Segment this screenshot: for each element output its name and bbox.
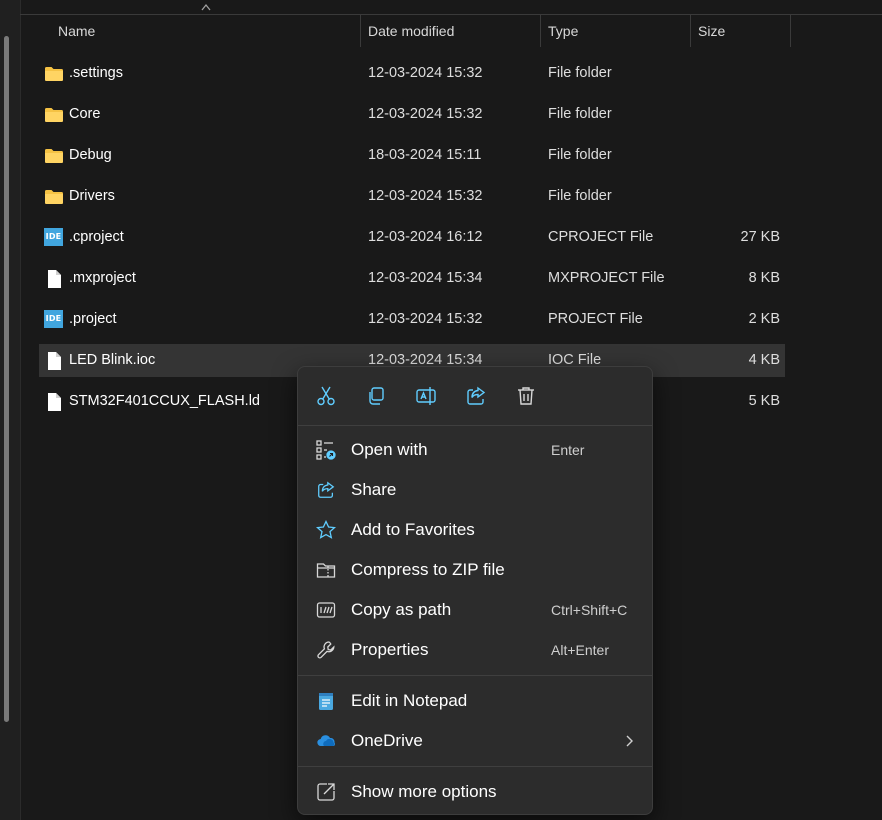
menu-item-label: Open with: [351, 440, 428, 459]
file-date-modified: 12-03-2024 16:12: [368, 229, 483, 245]
file-type: MXPROJECT File: [548, 270, 665, 286]
file-row[interactable]: Core 12-03-2024 15:32 File folder: [39, 98, 785, 131]
chevron-right-icon: [626, 735, 633, 747]
menu-item-edit-in-notepad[interactable]: Edit in Notepad: [304, 682, 646, 720]
delete-icon: [518, 387, 534, 405]
file-size: 2 KB: [748, 311, 780, 327]
file-row[interactable]: IDE .cproject 12-03-2024 16:12 CPROJECT Fil…: [39, 221, 785, 254]
rename-icon: [416, 387, 436, 405]
more-options-icon: [317, 783, 335, 801]
ide-file-icon: IDE: [44, 228, 63, 246]
file-type: File folder: [548, 65, 612, 81]
file-date-modified: 12-03-2024 15:32: [368, 311, 483, 327]
column-header: Name Date modified Type Size: [20, 3, 882, 47]
sort-ascending-icon: [201, 3, 211, 11]
file-row[interactable]: Drivers 12-03-2024 15:32 File folder: [39, 180, 785, 213]
copy-icon: [369, 387, 384, 405]
file-size: 27 KB: [740, 229, 781, 245]
file-name: Debug: [69, 147, 112, 163]
menu-item-compress-to-zip[interactable]: Compress to ZIP file: [304, 551, 646, 589]
menu-item-shortcut: Alt+Enter: [551, 642, 609, 658]
share-toolbar-button[interactable]: [463, 383, 489, 409]
rename-button[interactable]: [413, 383, 439, 409]
file-name: .cproject: [69, 229, 124, 245]
copy-button[interactable]: [363, 383, 389, 409]
file-name: LED Blink.ioc: [69, 352, 156, 368]
folder-icon: [45, 190, 63, 204]
column-header-size[interactable]: Size: [690, 15, 790, 47]
navigation-pane-edge: [0, 0, 21, 820]
column-header-date[interactable]: Date modified: [360, 15, 540, 47]
file-name: STM32F401CCUX_FLASH.ld: [69, 393, 260, 409]
menu-item-open-with[interactable]: Open with Enter: [304, 431, 646, 469]
wrench-icon: [317, 641, 335, 659]
file-type: CPROJECT File: [548, 229, 654, 245]
menu-item-label: Add to Favorites: [351, 520, 475, 539]
column-header-name[interactable]: Name: [50, 15, 360, 47]
file-name: Core: [69, 106, 101, 122]
file-date-modified: 12-03-2024 15:32: [368, 106, 483, 122]
column-resize-handle[interactable]: [790, 15, 791, 47]
menu-item-share[interactable]: Share: [304, 471, 646, 509]
folder-icon: [45, 67, 63, 81]
copy-path-icon: [316, 602, 336, 618]
share-icon: [318, 481, 335, 498]
menu-item-label: Compress to ZIP file: [351, 560, 505, 579]
menu-separator: [298, 675, 652, 676]
menu-item-label: Edit in Notepad: [351, 691, 468, 710]
menu-separator: [298, 766, 652, 767]
file-row[interactable]: .settings 12-03-2024 15:32 File folder: [39, 57, 785, 90]
menu-item-onedrive[interactable]: OneDrive: [304, 722, 646, 760]
file-date-modified: 12-03-2024 15:32: [368, 65, 483, 81]
delete-button[interactable]: [513, 383, 539, 409]
context-menu: Open with Enter Share Add to Favorites C…: [297, 366, 653, 815]
menu-item-label: Share: [351, 480, 397, 499]
menu-item-label: Show more options: [351, 782, 497, 801]
ide-file-icon: IDE: [44, 310, 63, 328]
notepad-icon: [319, 693, 333, 710]
menu-item-label: Copy as path: [351, 600, 452, 619]
file-row[interactable]: IDE .project 12-03-2024 15:32 PROJECT File 2…: [39, 303, 785, 336]
file-type: File folder: [548, 147, 612, 163]
file-name: .project: [69, 311, 117, 327]
onedrive-icon: [317, 735, 335, 747]
share-icon: [467, 386, 486, 405]
file-date-modified: 18-03-2024 15:11: [368, 147, 482, 163]
scrollbar-thumb[interactable]: [4, 36, 9, 722]
menu-item-show-more-options[interactable]: Show more options: [304, 773, 646, 811]
file-date-modified: 12-03-2024 15:32: [368, 188, 483, 204]
menu-item-copy-as-path[interactable]: Copy as path Ctrl+Shift+C: [304, 591, 646, 629]
menu-item-add-to-favorites[interactable]: Add to Favorites: [304, 511, 646, 549]
cut-button[interactable]: [313, 383, 339, 409]
file-name: .settings: [69, 65, 123, 81]
star-icon: [316, 520, 336, 539]
open-with-icon: [316, 440, 336, 460]
menu-item-properties[interactable]: Properties Alt+Enter: [304, 631, 646, 669]
menu-item-shortcut: Ctrl+Shift+C: [551, 602, 628, 618]
file-icon: [48, 352, 61, 370]
file-icon: [48, 393, 61, 411]
menu-item-shortcut: Enter: [551, 442, 585, 458]
cut-icon: [317, 386, 335, 406]
zip-folder-icon: [316, 563, 336, 578]
file-row[interactable]: .mxproject 12-03-2024 15:34 MXPROJECT File…: [39, 262, 785, 295]
file-type: File folder: [548, 106, 612, 122]
column-header-type[interactable]: Type: [540, 15, 690, 47]
file-name: .mxproject: [69, 270, 136, 286]
file-icon: [48, 270, 61, 288]
folder-icon: [45, 108, 63, 122]
menu-item-label: Properties: [351, 640, 429, 659]
file-name: Drivers: [69, 188, 115, 204]
folder-icon: [45, 149, 63, 163]
file-size: 5 KB: [748, 393, 780, 409]
menu-item-label: OneDrive: [351, 731, 423, 750]
file-row[interactable]: Debug 18-03-2024 15:11 File folder: [39, 139, 785, 172]
file-size: 4 KB: [748, 352, 780, 368]
file-size: 8 KB: [748, 270, 780, 286]
context-menu-toolbar: [298, 367, 652, 426]
file-type: PROJECT File: [548, 311, 643, 327]
file-type: File folder: [548, 188, 612, 204]
file-date-modified: 12-03-2024 15:34: [368, 270, 483, 286]
